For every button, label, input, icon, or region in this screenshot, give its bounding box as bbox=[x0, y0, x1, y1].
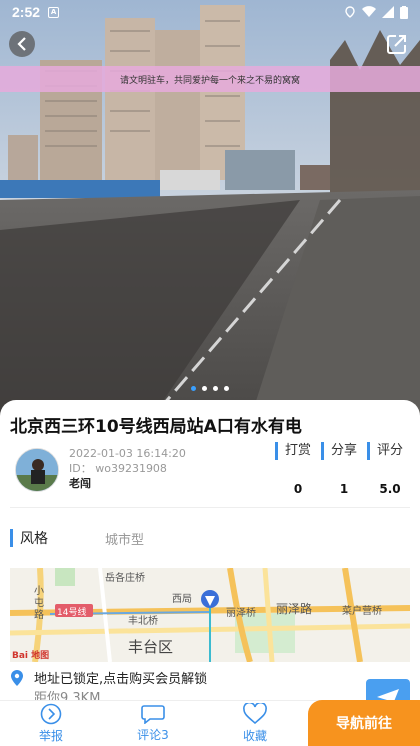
battery-icon bbox=[400, 5, 408, 19]
spot-id: ID： wo39231908 bbox=[69, 461, 186, 476]
spot-id-label: ID： bbox=[69, 462, 92, 475]
notice-banner: 请文明驻车，共同爱护每一个来之不易的窝窝 bbox=[0, 66, 420, 92]
notification-icon: A bbox=[48, 6, 60, 18]
share-label[interactable]: 分享 bbox=[321, 442, 367, 460]
carousel-dot[interactable] bbox=[202, 386, 207, 391]
navigate-button[interactable]: 导航前往 bbox=[308, 700, 420, 746]
share-button[interactable] bbox=[386, 33, 408, 55]
banner-text: 请文明驻车，共同爱护每一个来之不易的窝窝 bbox=[119, 75, 300, 86]
spot-id-value: wo39231908 bbox=[95, 462, 167, 475]
status-icons bbox=[344, 5, 408, 19]
status-bar: 2:52 A bbox=[0, 0, 420, 24]
report-icon bbox=[40, 703, 62, 725]
map-label-caihuyingqiao: 菜户营桥 bbox=[342, 606, 382, 617]
avatar-image bbox=[16, 449, 58, 491]
avatar[interactable] bbox=[15, 448, 59, 492]
status-time: 2:52 bbox=[12, 4, 41, 20]
style-value: 城市型 bbox=[105, 532, 145, 548]
map-logo: Bai 地图 bbox=[12, 651, 50, 661]
comment-label: 评论3 bbox=[137, 728, 169, 742]
spot-title: 北京西三环10号线西局站A口有水有电 bbox=[10, 417, 302, 437]
carousel-dot[interactable] bbox=[213, 386, 218, 391]
chevron-left-icon bbox=[17, 37, 26, 51]
share-count: 1 bbox=[339, 482, 349, 496]
style-row: 风格 城市型 bbox=[10, 528, 144, 548]
tip-label[interactable]: 打赏 bbox=[275, 442, 321, 460]
navigate-label: 导航前往 bbox=[336, 716, 392, 732]
comment-icon bbox=[141, 705, 165, 724]
wifi-icon bbox=[362, 6, 376, 18]
report-label: 举报 bbox=[38, 729, 63, 743]
signal-icon bbox=[382, 6, 394, 18]
parking-lot-photo bbox=[0, 0, 420, 420]
divider bbox=[10, 507, 410, 508]
spot-meta: 2022-01-03 16:14:20 ID： wo39231908 老闯 bbox=[69, 446, 186, 491]
report-button[interactable]: 举报 bbox=[0, 701, 102, 746]
location-pin-icon bbox=[11, 670, 23, 686]
rating-value: 5.0 bbox=[379, 482, 401, 496]
style-key: 风格 bbox=[20, 531, 48, 547]
spot-detail-card: 北京西三环10号线西局站A口有水有电 2022-01-03 16:14:20 I… bbox=[0, 400, 420, 746]
map-label-yueguzhuang: 岳各庄桥 bbox=[105, 573, 145, 584]
carousel-dot[interactable] bbox=[224, 386, 229, 391]
heart-icon bbox=[243, 703, 267, 725]
section-marker bbox=[10, 529, 13, 547]
map-label-fengbeiqiao: 丰北桥 bbox=[128, 616, 158, 627]
stats-panel: 打赏 分享 评分 0 1 5.0 bbox=[275, 442, 420, 496]
map-label-lizelu: 丽泽路 bbox=[276, 602, 313, 616]
map-label-fengtaiqu: 丰台区 bbox=[128, 638, 174, 656]
address-locked-text: 地址已锁定,点击购买会员解锁 bbox=[34, 672, 208, 687]
rating-label[interactable]: 评分 bbox=[367, 442, 413, 460]
carousel-indicator bbox=[0, 386, 420, 391]
back-button[interactable] bbox=[9, 31, 35, 57]
tip-count: 0 bbox=[293, 482, 303, 496]
hero-photo[interactable]: 2:52 A 请文明驻车，共同爱护每一个来之不易的窝窝 bbox=[0, 0, 420, 420]
post-date: 2022-01-03 16:14:20 bbox=[69, 447, 186, 460]
author-name[interactable]: 老闯 bbox=[69, 476, 186, 491]
carousel-dot[interactable] bbox=[191, 386, 196, 391]
map-label-xiju: 西局 bbox=[172, 594, 192, 605]
location-icon bbox=[345, 6, 355, 18]
share-icon bbox=[387, 35, 406, 54]
favorite-button[interactable]: 收藏 bbox=[204, 701, 306, 746]
location-map[interactable]: 岳各庄桥 小屯路 14号线 丰北桥 西局 丽泽桥 丽泽路 菜户营桥 丰台区 Ba… bbox=[10, 568, 410, 662]
map-label-line14: 14号线 bbox=[57, 608, 87, 618]
favorite-label: 收藏 bbox=[242, 729, 267, 743]
comment-button[interactable]: 评论3 bbox=[102, 701, 204, 746]
map-label-xiaotunlu: 小屯路 bbox=[34, 586, 44, 621]
map-label-lizeqiao: 丽泽桥 bbox=[226, 608, 256, 619]
